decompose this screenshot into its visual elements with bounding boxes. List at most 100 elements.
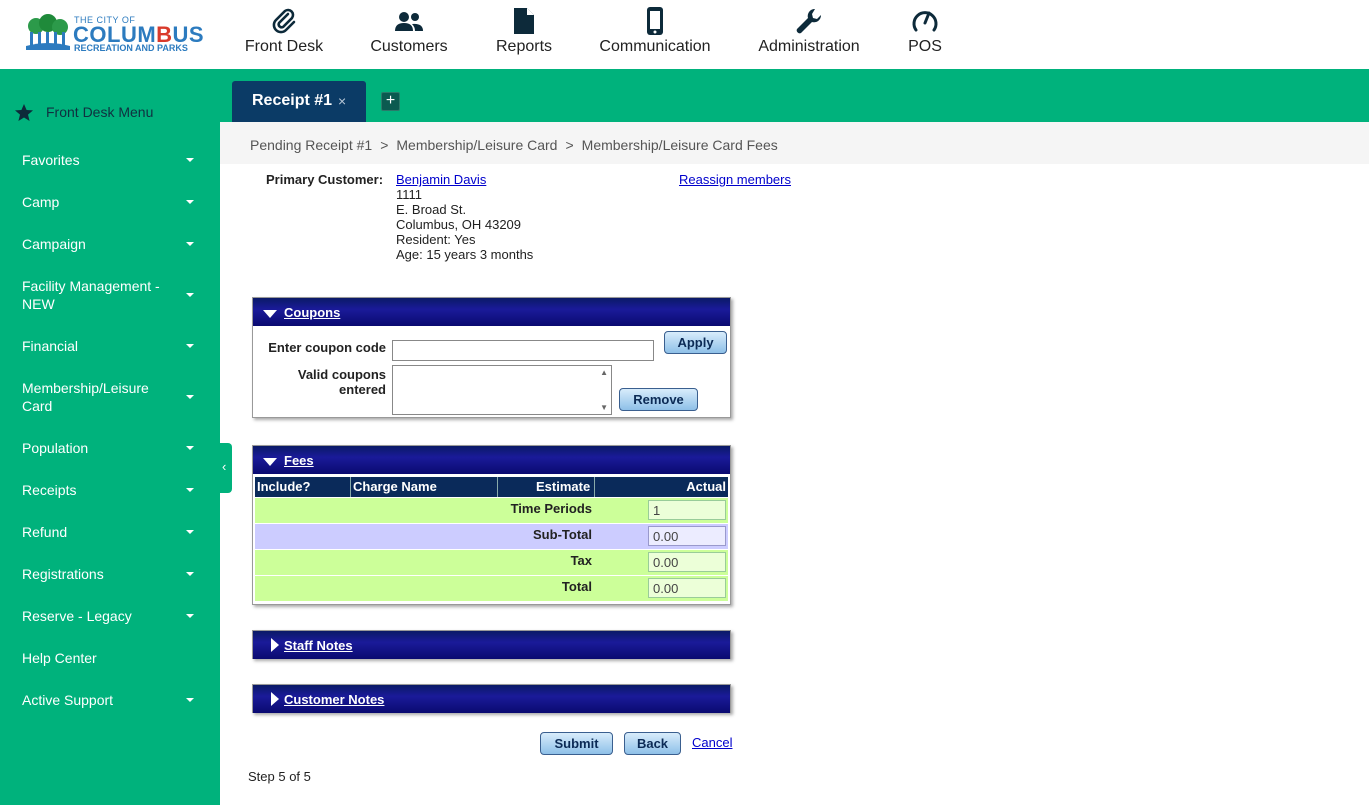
submit-button[interactable]: Submit: [540, 732, 613, 755]
star-icon: [15, 104, 33, 121]
sidebar-item-financial[interactable]: Financial: [22, 337, 202, 355]
nav-label: Front Desk: [244, 38, 324, 55]
close-icon[interactable]: ×: [338, 93, 346, 109]
sidebar-item-camp[interactable]: Camp: [22, 193, 202, 211]
breadcrumb-separator: >: [380, 137, 389, 153]
sidebar-item-label: Reserve - Legacy: [22, 608, 132, 624]
nav-communication[interactable]: Communication: [596, 6, 714, 62]
chevron-down-icon: [186, 158, 194, 162]
sidebar-item-reserve-legacy[interactable]: Reserve - Legacy: [22, 607, 202, 625]
customer-notes-panel: Customer Notes: [252, 684, 731, 713]
breadcrumb-item[interactable]: Membership/Leisure Card: [396, 137, 557, 153]
customer-notes-header[interactable]: Customer Notes: [253, 685, 730, 713]
coupon-code-input[interactable]: [392, 340, 654, 361]
col-include: Include?: [257, 479, 311, 494]
city-logo[interactable]: THE CITY OF COLUMBUS RECREATION AND PARK…: [26, 12, 204, 56]
apply-button[interactable]: Apply: [664, 331, 727, 354]
sub-total-input[interactable]: [648, 526, 726, 546]
sidebar-item-label: Campaign: [22, 236, 86, 252]
gauge-icon: [901, 6, 949, 38]
sidebar: Front Desk Menu Favorites Camp Campaign …: [0, 69, 220, 805]
nav-label: Communication: [599, 38, 711, 55]
scroll-up-icon[interactable]: ▲: [600, 368, 608, 377]
wrench-icon: [755, 6, 863, 38]
breadcrumb-item-current: Membership/Leisure Card Fees: [581, 137, 778, 153]
col-actual: Actual: [686, 479, 726, 494]
breadcrumb-separator: >: [565, 137, 574, 153]
fees-title: Fees: [284, 453, 314, 468]
sidebar-item-label: Membership/Leisure Card: [22, 380, 149, 414]
staff-notes-header[interactable]: Staff Notes: [253, 631, 730, 659]
tab-label: Receipt #1: [252, 92, 333, 109]
sidebar-item-receipts[interactable]: Receipts: [22, 481, 202, 499]
sidebar-item-label: Help Center: [22, 650, 97, 666]
address-line-3: Columbus, OH 43209: [396, 217, 522, 232]
nav-label: Reports: [495, 38, 553, 55]
sidebar-collapse-button[interactable]: ‹: [220, 443, 232, 493]
sidebar-item-membership[interactable]: Membership/Leisure Card: [22, 379, 194, 415]
primary-customer-label: Primary Customer:: [266, 172, 384, 187]
nav-administration[interactable]: Administration: [755, 6, 863, 62]
nav-customers[interactable]: Customers: [366, 6, 452, 62]
fee-row-label: Total: [561, 579, 592, 594]
sidebar-item-population[interactable]: Population: [22, 439, 202, 457]
scroll-down-icon[interactable]: ▼: [600, 403, 608, 412]
valid-coupons-label-line-2: entered: [339, 382, 386, 397]
time-periods-input[interactable]: [648, 500, 726, 520]
sidebar-header-label: Front Desk Menu: [46, 104, 154, 120]
sidebar-item-facility-management[interactable]: Facility Management - NEW: [22, 277, 194, 313]
column-divider: [594, 477, 595, 497]
mobile-phone-icon: [596, 6, 714, 38]
chevron-down-icon: [186, 200, 194, 204]
plus-icon: +: [385, 92, 396, 109]
sidebar-item-active-support[interactable]: Active Support: [22, 691, 202, 709]
address-line-1: 1111: [396, 187, 423, 202]
nav-front-desk[interactable]: Front Desk: [240, 6, 328, 62]
nav-reports[interactable]: Reports: [492, 6, 556, 62]
chevron-left-icon: ‹: [222, 459, 227, 474]
total-input[interactable]: [648, 578, 726, 598]
chevron-down-icon: [186, 344, 194, 348]
fees-panel: Fees Include? Charge Name Estimate Actua…: [252, 445, 731, 605]
coupon-code-label: Enter coupon code: [268, 340, 386, 355]
fee-row-sub-total: Sub-Total: [255, 524, 728, 549]
sidebar-item-campaign[interactable]: Campaign: [22, 235, 202, 253]
fee-row-tax: Tax: [255, 550, 728, 575]
coupons-panel-header[interactable]: Coupons: [253, 298, 730, 326]
triangle-down-icon: [263, 458, 277, 466]
sidebar-item-refund[interactable]: Refund: [22, 523, 202, 541]
document-icon: [492, 6, 556, 38]
nav-pos[interactable]: POS: [901, 6, 949, 62]
chevron-down-icon: [186, 446, 194, 450]
back-button[interactable]: Back: [624, 732, 681, 755]
reassign-members-link[interactable]: Reassign members: [679, 172, 791, 187]
sidebar-item-label: Favorites: [22, 152, 80, 168]
chevron-down-icon: [186, 572, 194, 576]
cancel-link[interactable]: Cancel: [692, 735, 732, 750]
column-divider: [350, 477, 351, 497]
chevron-down-icon: [186, 488, 194, 492]
sidebar-item-registrations[interactable]: Registrations: [22, 565, 202, 583]
paperclip-icon: [240, 6, 328, 38]
fees-table-header: Include? Charge Name Estimate Actual: [255, 477, 728, 497]
customer-name-link[interactable]: Benjamin Davis: [396, 172, 486, 187]
remove-button[interactable]: Remove: [619, 388, 698, 411]
breadcrumb-item[interactable]: Pending Receipt #1: [250, 137, 372, 153]
tax-input[interactable]: [648, 552, 726, 572]
sidebar-item-favorites[interactable]: Favorites: [22, 151, 202, 169]
add-tab-button[interactable]: +: [381, 92, 400, 111]
logo-line-3: RECREATION AND PARKS: [74, 43, 188, 53]
staff-notes-panel: Staff Notes: [252, 630, 731, 659]
sidebar-item-label: Refund: [22, 524, 68, 540]
fee-row-label: Time Periods: [510, 501, 592, 516]
top-bar: THE CITY OF COLUMBUS RECREATION AND PARK…: [0, 0, 1369, 69]
tab-receipt-1[interactable]: Receipt #1 ×: [232, 81, 366, 122]
address-line-2: E. Broad St.: [396, 202, 467, 217]
chevron-down-icon: [186, 530, 194, 534]
valid-coupons-listbox[interactable]: ▲ ▼: [392, 365, 612, 415]
users-icon: [366, 6, 452, 38]
fees-panel-header[interactable]: Fees: [253, 446, 730, 474]
sidebar-item-help-center[interactable]: Help Center: [22, 649, 202, 667]
trees-logo-icon: [26, 14, 70, 50]
col-estimate: Estimate: [536, 479, 591, 494]
